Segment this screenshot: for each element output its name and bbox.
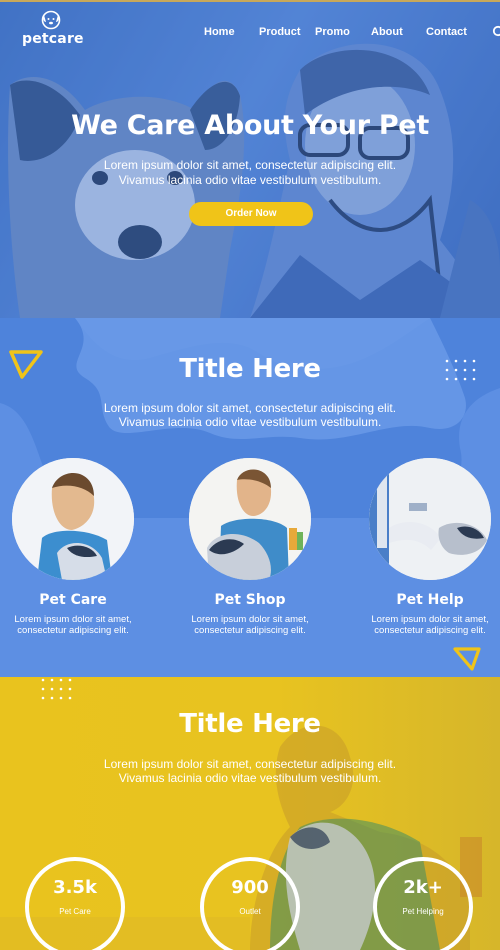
services-section: Title Here Lorem ipsum dolor sit amet, c… [0,318,500,677]
order-now-button[interactable]: Order Now [189,202,313,226]
triangle-decoration [453,647,481,671]
section-description: Lorem ipsum dolor sit amet, consectetur … [103,757,397,785]
stats-section: Title Here Lorem ipsum dolor sit amet, c… [0,677,500,950]
stat-label: Pet Care [59,907,91,916]
nav-item-promo[interactable]: Promo [315,26,350,38]
hero-title: We Care About Your Pet [71,110,429,141]
card-description: Lorem ipsum dolor sit amet, consectetur … [191,614,309,636]
card-description: Lorem ipsum dolor sit amet, consectetur … [14,614,132,636]
section-description: Lorem ipsum dolor sit amet, consectetur … [103,401,397,429]
stat-pet-helping: 2k+ Pet Helping [373,857,473,950]
nav-item-product[interactable]: Product [259,26,301,38]
stat-label: Pet Helping [402,907,444,916]
card-title: Pet Help [396,592,464,608]
hero-description: Lorem ipsum dolor sit amet, consectetur … [103,158,397,187]
top-border [0,0,500,2]
section-title: Title Here [179,354,321,384]
pet-help-image [369,458,491,580]
stat-outlet: 900 Outlet [200,857,300,950]
service-card-pet-help[interactable]: Pet Help Lorem ipsum dolor sit amet, con… [365,458,495,636]
stat-pet-care: 3.5k Pet Care [25,857,125,950]
card-title: Pet Shop [214,592,286,608]
nav-item-contact[interactable]: Contact [426,26,467,38]
nav-item-about[interactable]: About [371,26,403,38]
card-title: Pet Care [39,592,107,608]
nav-item-home[interactable]: Home [204,26,235,38]
search-icon[interactable] [492,25,500,39]
pet-shop-image [189,458,311,580]
service-card-pet-care[interactable]: Pet Care Lorem ipsum dolor sit amet, con… [8,458,138,636]
stat-label: Outlet [239,907,261,916]
stat-value: 2k+ [403,877,443,898]
card-description: Lorem ipsum dolor sit amet, consectetur … [371,614,489,636]
dots-decoration [41,678,72,700]
main-nav: Home Product Promo About Contact [0,26,500,40]
stat-value: 3.5k [53,877,97,898]
hero-section: petcare Home Product Promo About Contact… [0,0,500,318]
service-card-pet-shop[interactable]: Pet Shop Lorem ipsum dolor sit amet, con… [185,458,315,636]
pet-care-image [12,458,134,580]
stat-value: 900 [231,877,269,898]
section-title: Title Here [179,709,321,739]
